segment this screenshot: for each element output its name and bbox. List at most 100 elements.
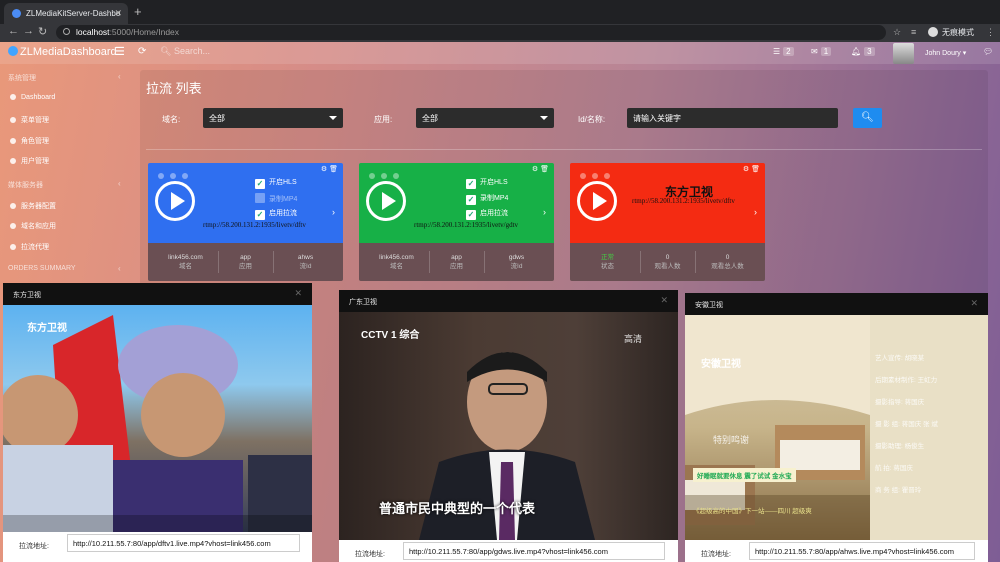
- stream-url-label: 拉流地址:: [355, 551, 385, 558]
- video-player[interactable]: CCTV 1 综合 高清 普通市民中典型的一个代表: [339, 312, 678, 540]
- close-icon[interactable]: ✕: [660, 295, 668, 306]
- stream-url-input[interactable]: http://10.211.55.7:80/app/ahws.live.mp4?…: [749, 542, 975, 560]
- sidebar-item-menu[interactable]: 菜单管理: [10, 115, 49, 125]
- list-icon: [10, 223, 16, 229]
- chevron-right-icon[interactable]: ›: [332, 207, 335, 217]
- sidebar-item-label: Dashboard: [21, 94, 56, 101]
- app-filter-select[interactable]: 全部: [416, 108, 554, 128]
- page-title: 拉流 列表: [146, 81, 202, 96]
- menu-icon: [10, 117, 16, 123]
- chevron-right-icon[interactable]: ›: [543, 207, 546, 217]
- domain-filter-select[interactable]: 全部: [203, 108, 343, 128]
- back-icon[interactable]: ←: [8, 25, 19, 37]
- sidebar-item-server-config[interactable]: 服务器配置: [10, 201, 56, 211]
- brand[interactable]: ZLMediaDashboard: [8, 46, 117, 58]
- sidebar-section-system[interactable]: 系统管理: [8, 73, 36, 83]
- id-filter-input[interactable]: 请输入关键字: [627, 108, 838, 128]
- card-tools[interactable]: ⚙ 🗑︎: [532, 165, 549, 173]
- modal-title: 广东卫视: [349, 299, 377, 306]
- refresh-icon[interactable]: ⟳: [138, 46, 146, 57]
- video-player[interactable]: 安徽卫视 特别鸣谢 艺人宣传: 胡晓某 后期素材制作: 王虹力 摄影指导: 蒋国…: [685, 315, 988, 540]
- pull-checkbox[interactable]: ✓ 启用拉流: [466, 208, 508, 220]
- card-tools[interactable]: ⚙ 🗑︎: [321, 165, 338, 173]
- new-tab-button[interactable]: +: [134, 4, 142, 19]
- stream-url-input[interactable]: http://10.211.55.7:80/app/gdws.live.mp4?…: [403, 542, 665, 560]
- card-stat: 0 观看人数: [640, 253, 695, 271]
- notification-button[interactable]: 🔔︎ 3: [851, 47, 875, 56]
- channel-logo: 安徽卫视: [701, 359, 741, 370]
- incognito-indicator[interactable]: 无痕模式: [928, 27, 974, 38]
- close-icon[interactable]: ✕: [970, 298, 978, 309]
- task-count-badge: 2: [783, 47, 794, 56]
- sidebar-item-domain-apps[interactable]: 域名和应用: [10, 221, 56, 231]
- search-icon: 🔍︎: [861, 112, 874, 123]
- hls-checkbox[interactable]: ✓ 开启HLS: [255, 177, 297, 189]
- stream-card[interactable]: ⚙ 🗑︎ ✓ 开启HLS 录制MP4 ✓ 启用拉流 › rtmp://58.200.…: [148, 163, 343, 281]
- sidebar-item-roles[interactable]: 角色管理: [10, 136, 49, 146]
- video-player[interactable]: 东方卫视: [3, 305, 312, 535]
- avatar[interactable]: [893, 43, 914, 64]
- stream-card[interactable]: ⚙ 🗑︎ 东方卫视 rtmp://58.200.131.2:1935/livet…: [570, 163, 765, 281]
- sidebar-section-orders[interactable]: ORDERS SUMMARY: [8, 265, 76, 272]
- forward-icon[interactable]: →: [23, 25, 34, 37]
- stream-url-input[interactable]: http://10.211.55.7:80/app/dftv1.live.mp4…: [67, 534, 300, 552]
- rtmp-url: rtmp://58.200.131.2:1935/livetv/dftv: [632, 197, 735, 205]
- user-name: John Doury: [925, 50, 961, 57]
- chevron-right-icon[interactable]: ›: [754, 207, 757, 217]
- roles-icon: [10, 138, 16, 144]
- domain-filter-label: 域名:: [162, 115, 181, 124]
- menu-dots-icon[interactable]: ⋮: [986, 27, 995, 38]
- info-icon[interactable]: [63, 28, 70, 35]
- close-tab-icon[interactable]: ✕: [114, 8, 122, 19]
- task-list-button[interactable]: ☰ 2: [773, 47, 794, 56]
- stat-key: 应用: [239, 263, 252, 270]
- channel-logo: 东方卫视: [27, 323, 67, 334]
- card-stat: 0 观看总人数: [695, 253, 760, 271]
- mp4-checkbox[interactable]: 录制MP4: [255, 193, 297, 204]
- url-path: :5000/Home/Index: [109, 27, 180, 37]
- address-bar[interactable]: localhost:5000/Home/Index: [56, 25, 886, 40]
- chevron-icon[interactable]: ‹: [118, 179, 121, 188]
- mp4-checkbox[interactable]: ✓ 录制MP4: [466, 193, 508, 205]
- play-icon[interactable]: [577, 181, 617, 221]
- credit-line: 后期素材制作: 王虹力: [875, 377, 938, 384]
- card-stat: app 应用: [218, 253, 273, 271]
- hls-checkbox[interactable]: ✓ 开启HLS: [466, 177, 508, 189]
- close-icon[interactable]: ✕: [294, 288, 302, 299]
- sidebar-section-media[interactable]: 媒体服务器: [8, 180, 43, 190]
- search-button[interactable]: 🔍︎: [853, 108, 882, 128]
- card-stat: 正常 状态: [575, 253, 640, 271]
- credit-line: 摄 影 组: 蒋国庆 张 斌: [875, 421, 938, 428]
- video-modal: 东方卫视 ✕ 东方卫视 拉流地址: http://10.211.55.7:80/a…: [3, 283, 312, 562]
- card-tools[interactable]: ⚙ 🗑︎: [743, 165, 760, 173]
- pull-checkbox[interactable]: ✓ 启用拉流: [255, 208, 297, 220]
- stat-value: 0: [725, 254, 730, 261]
- bookmark-star-icon[interactable]: ☆: [893, 27, 901, 38]
- sidebar-item-pull-proxy[interactable]: 拉流代理: [10, 242, 49, 252]
- hamburger-menu-icon[interactable]: ☰: [115, 45, 125, 58]
- user-menu[interactable]: John Doury ▾: [925, 49, 966, 57]
- stat-key: 应用: [450, 263, 463, 270]
- mail-count-badge: 1: [820, 47, 832, 56]
- stat-value: 0: [665, 254, 670, 261]
- header-search-input[interactable]: 🔍︎ Search...: [160, 46, 210, 57]
- mail-button[interactable]: ✉ 1: [811, 47, 832, 56]
- sidebar-item-users[interactable]: 用户管理: [10, 156, 49, 166]
- id-filter-placeholder: 请输入关键字: [633, 114, 681, 123]
- video-modal: 广东卫视 ✕ CCTV 1 综合 高清 普通市民中典型的一个代表 拉流地址: ht…: [339, 290, 678, 562]
- chevron-icon[interactable]: ‹: [118, 72, 121, 81]
- sidebar-item-dashboard[interactable]: Dashboard: [10, 94, 55, 101]
- card-stat: gdws 流Id: [484, 253, 549, 271]
- stream-card[interactable]: ⚙ 🗑︎ ✓ 开启HLS ✓ 录制MP4 ✓ 启用拉流 › rtmp://58.200…: [359, 163, 554, 281]
- credit-line: 摄影指导: 蒋国庆: [875, 399, 925, 406]
- queue-icon[interactable]: ≡: [911, 27, 916, 37]
- play-icon[interactable]: [366, 181, 406, 221]
- stream-icon: [10, 244, 16, 250]
- chat-icon[interactable]: 💬︎: [983, 47, 993, 56]
- browser-tab[interactable]: ZLMediaKitServer-Dashbo ✕: [4, 3, 128, 24]
- play-icon[interactable]: [155, 181, 195, 221]
- chevron-icon[interactable]: ‹: [118, 264, 121, 273]
- reload-icon[interactable]: ↻: [38, 25, 47, 38]
- checkbox-label: 启用拉流: [269, 210, 297, 217]
- sidebar-item-label: 服务器配置: [21, 203, 56, 210]
